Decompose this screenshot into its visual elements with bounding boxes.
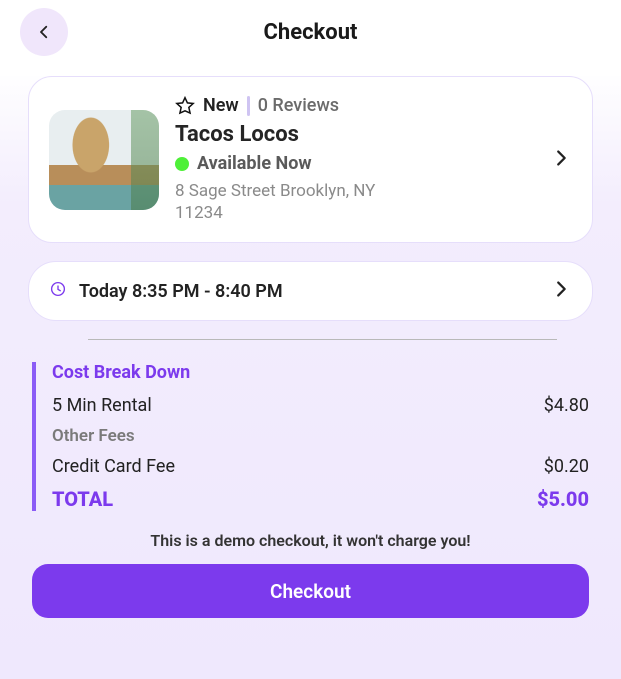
timeslot-card[interactable]: Today 8:35 PM - 8:40 PM <box>28 261 593 321</box>
page-title: Checkout <box>0 20 621 45</box>
divider-line <box>88 339 557 340</box>
chevron-right-icon <box>550 278 572 304</box>
availability: Available Now <box>175 153 534 174</box>
cost-title: Cost Break Down <box>52 362 589 383</box>
cost-breakdown: Cost Break Down 5 Min Rental $4.80 Other… <box>32 362 589 511</box>
chevron-right-icon <box>550 147 572 173</box>
star-icon <box>175 96 195 116</box>
listing-meta-row: New 0 Reviews <box>175 95 534 116</box>
line-item-total: TOTAL $5.00 <box>52 487 589 511</box>
other-fees-label: Other Fees <box>52 426 589 446</box>
app-root: Checkout New 0 Reviews Tacos Locos Avail… <box>0 0 621 679</box>
back-button[interactable] <box>20 8 68 56</box>
listing-card[interactable]: New 0 Reviews Tacos Locos Available Now … <box>28 76 593 243</box>
cc-fee-price: $0.20 <box>544 456 589 477</box>
listing-name: Tacos Locos <box>175 122 534 147</box>
status-dot-icon <box>175 157 189 171</box>
total-label: TOTAL <box>52 487 113 511</box>
timeslot-text: Today 8:35 PM - 8:40 PM <box>79 281 538 302</box>
checkout-button-label: Checkout <box>270 580 351 603</box>
cc-fee-label: Credit Card Fee <box>52 456 175 477</box>
rental-price: $4.80 <box>544 395 589 416</box>
header: Checkout <box>0 0 621 76</box>
listing-thumbnail <box>49 110 159 210</box>
divider <box>247 96 250 116</box>
availability-text: Available Now <box>197 153 312 174</box>
reviews-count: 0 Reviews <box>258 95 339 116</box>
line-item-rental: 5 Min Rental $4.80 <box>52 395 589 416</box>
checkout-button[interactable]: Checkout <box>32 564 589 618</box>
clock-icon <box>49 280 67 302</box>
rental-label: 5 Min Rental <box>52 395 152 416</box>
demo-notice: This is a demo checkout, it won't charge… <box>28 531 593 550</box>
total-price: $5.00 <box>537 487 589 511</box>
chevron-left-icon <box>35 23 53 41</box>
new-badge: New <box>203 95 239 116</box>
content: New 0 Reviews Tacos Locos Available Now … <box>0 76 621 618</box>
line-item-cc-fee: Credit Card Fee $0.20 <box>52 456 589 477</box>
listing-address: 8 Sage Street Brooklyn, NY 11234 <box>175 180 405 224</box>
listing-info: New 0 Reviews Tacos Locos Available Now … <box>175 95 534 224</box>
